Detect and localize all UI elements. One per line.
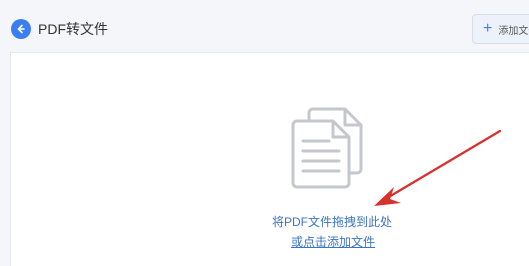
click-to-add-link[interactable]: 或点击添加文件 [291, 234, 375, 250]
add-file-label: 添加文件 [498, 25, 529, 37]
pdf-convert-window: PDF转文件 + 添加文件 将PDF文件拖拽到此处 或点击添加文件 [0, 0, 529, 266]
page-title: PDF转文件 [38, 21, 108, 37]
plus-icon: + [483, 20, 493, 37]
back-button[interactable] [11, 19, 31, 39]
add-file-button[interactable]: + 添加文件 [472, 14, 529, 44]
drop-hint-text: 将PDF文件拖拽到此处 [272, 215, 393, 229]
header-bar: PDF转文件 + 添加文件 [0, 0, 529, 52]
red-arrow-annotation [374, 129, 502, 206]
back-arrow-icon [17, 24, 25, 34]
